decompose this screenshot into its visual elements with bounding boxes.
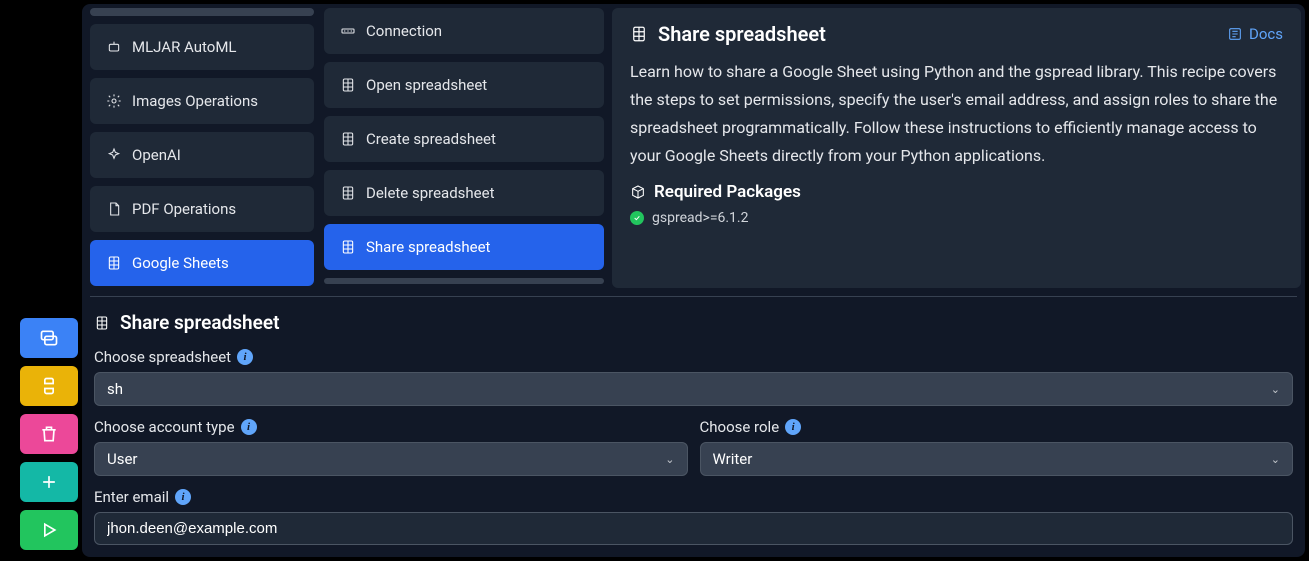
- account-type-value: User: [107, 450, 138, 468]
- category-scroll-top: [90, 8, 314, 16]
- recipe-detail: Share spreadsheet Docs Learn how to shar…: [612, 8, 1301, 288]
- form-section: Share spreadsheet Choose spreadsheet i s…: [86, 305, 1301, 553]
- side-toolbar: [20, 318, 78, 550]
- category-images[interactable]: Images Operations: [90, 78, 314, 124]
- role-value: Writer: [713, 450, 753, 468]
- spreadsheet-label-text: Choose spreadsheet: [94, 348, 231, 366]
- recipe-connection[interactable]: Connection: [324, 8, 604, 54]
- email-label: Enter email i: [94, 488, 1293, 506]
- chat-button[interactable]: [20, 318, 78, 358]
- info-icon[interactable]: i: [175, 489, 191, 505]
- divider: [90, 296, 1297, 297]
- trash-icon: [39, 424, 59, 444]
- recipe-create[interactable]: Create spreadsheet: [324, 116, 604, 162]
- category-openai[interactable]: OpenAI: [90, 132, 314, 178]
- detail-title: Share spreadsheet: [630, 22, 826, 46]
- field-role: Choose role i Writer ⌄: [700, 418, 1294, 476]
- chevron-down-icon: ⌄: [1271, 383, 1280, 396]
- sheet-icon: [340, 131, 356, 147]
- role-select[interactable]: Writer ⌄: [700, 442, 1294, 476]
- sheet-icon: [94, 315, 110, 331]
- sheet-icon: [340, 77, 356, 93]
- top-row: MLJAR AutoML Images Operations OpenAI PD…: [86, 8, 1301, 288]
- chevron-down-icon: ⌄: [665, 453, 674, 466]
- account-role-row: Choose account type i User ⌄ Choose role…: [94, 418, 1293, 488]
- form-title: Share spreadsheet: [94, 311, 1293, 334]
- email-input[interactable]: [94, 512, 1293, 545]
- role-label-text: Choose role: [700, 418, 780, 436]
- spreadsheet-value: sh: [107, 380, 123, 398]
- required-packages-title: Required Packages: [630, 182, 1283, 202]
- run-button[interactable]: [20, 510, 78, 550]
- add-button[interactable]: [20, 462, 78, 502]
- delete-button[interactable]: [20, 414, 78, 454]
- recipe-open[interactable]: Open spreadsheet: [324, 62, 604, 108]
- detail-title-text: Share spreadsheet: [658, 22, 826, 46]
- category-label: MLJAR AutoML: [132, 38, 237, 56]
- recipe-label: Share spreadsheet: [366, 238, 490, 256]
- docs-link-label: Docs: [1249, 25, 1283, 43]
- api-icon: [340, 23, 356, 39]
- gear-icon: [106, 93, 122, 109]
- sheet-icon: [630, 25, 648, 43]
- detail-description: Learn how to share a Google Sheet using …: [630, 58, 1283, 170]
- recipe-scroll-bottom: [324, 278, 604, 284]
- account-type-select[interactable]: User ⌄: [94, 442, 688, 476]
- sheet-icon: [340, 185, 356, 201]
- field-email: Enter email i: [94, 488, 1293, 545]
- python-icon: [39, 376, 59, 396]
- detail-header: Share spreadsheet Docs: [630, 22, 1283, 46]
- recipe-label: Open spreadsheet: [366, 76, 487, 94]
- field-account-type: Choose account type i User ⌄: [94, 418, 688, 476]
- account-type-label-text: Choose account type: [94, 418, 235, 436]
- category-label: PDF Operations: [132, 200, 236, 218]
- recipe-label: Delete spreadsheet: [366, 184, 494, 202]
- main-panel: MLJAR AutoML Images Operations OpenAI PD…: [82, 4, 1305, 557]
- book-icon: [1227, 26, 1243, 42]
- category-mljar[interactable]: MLJAR AutoML: [90, 24, 314, 70]
- spreadsheet-label: Choose spreadsheet i: [94, 348, 1293, 366]
- role-label: Choose role i: [700, 418, 1294, 436]
- python-button[interactable]: [20, 366, 78, 406]
- chat-icon: [39, 328, 59, 348]
- category-list: MLJAR AutoML Images Operations OpenAI PD…: [86, 8, 316, 288]
- spreadsheet-select[interactable]: sh ⌄: [94, 372, 1293, 406]
- file-icon: [106, 201, 122, 217]
- chevron-down-icon: ⌄: [1271, 453, 1280, 466]
- recipe-label: Connection: [366, 22, 442, 40]
- recipe-delete[interactable]: Delete spreadsheet: [324, 170, 604, 216]
- recipe-list: Connection Open spreadsheet Create sprea…: [324, 8, 604, 288]
- recipe-share[interactable]: Share spreadsheet: [324, 224, 604, 270]
- info-icon[interactable]: i: [241, 419, 257, 435]
- recipe-label: Create spreadsheet: [366, 130, 496, 148]
- sheet-icon: [106, 255, 122, 271]
- category-label: OpenAI: [132, 146, 181, 164]
- category-label: Images Operations: [132, 92, 258, 110]
- play-icon: [39, 520, 59, 540]
- form-title-text: Share spreadsheet: [120, 311, 279, 334]
- category-label: Google Sheets: [132, 254, 229, 272]
- plus-icon: [39, 472, 59, 492]
- package-row: gspread>=6.1.2: [630, 210, 1283, 226]
- info-icon[interactable]: i: [237, 349, 253, 365]
- field-spreadsheet: Choose spreadsheet i sh ⌄: [94, 348, 1293, 406]
- sheet-icon: [340, 239, 356, 255]
- email-label-text: Enter email: [94, 488, 169, 506]
- required-packages-label: Required Packages: [654, 182, 801, 202]
- docs-link[interactable]: Docs: [1227, 25, 1283, 43]
- check-icon: [630, 211, 644, 225]
- category-pdf[interactable]: PDF Operations: [90, 186, 314, 232]
- package-name: gspread>=6.1.2: [652, 210, 749, 226]
- category-sheets[interactable]: Google Sheets: [90, 240, 314, 286]
- package-icon: [630, 184, 646, 200]
- robot-icon: [106, 39, 122, 55]
- account-type-label: Choose account type i: [94, 418, 688, 436]
- sparkle-icon: [106, 147, 122, 163]
- info-icon[interactable]: i: [785, 419, 801, 435]
